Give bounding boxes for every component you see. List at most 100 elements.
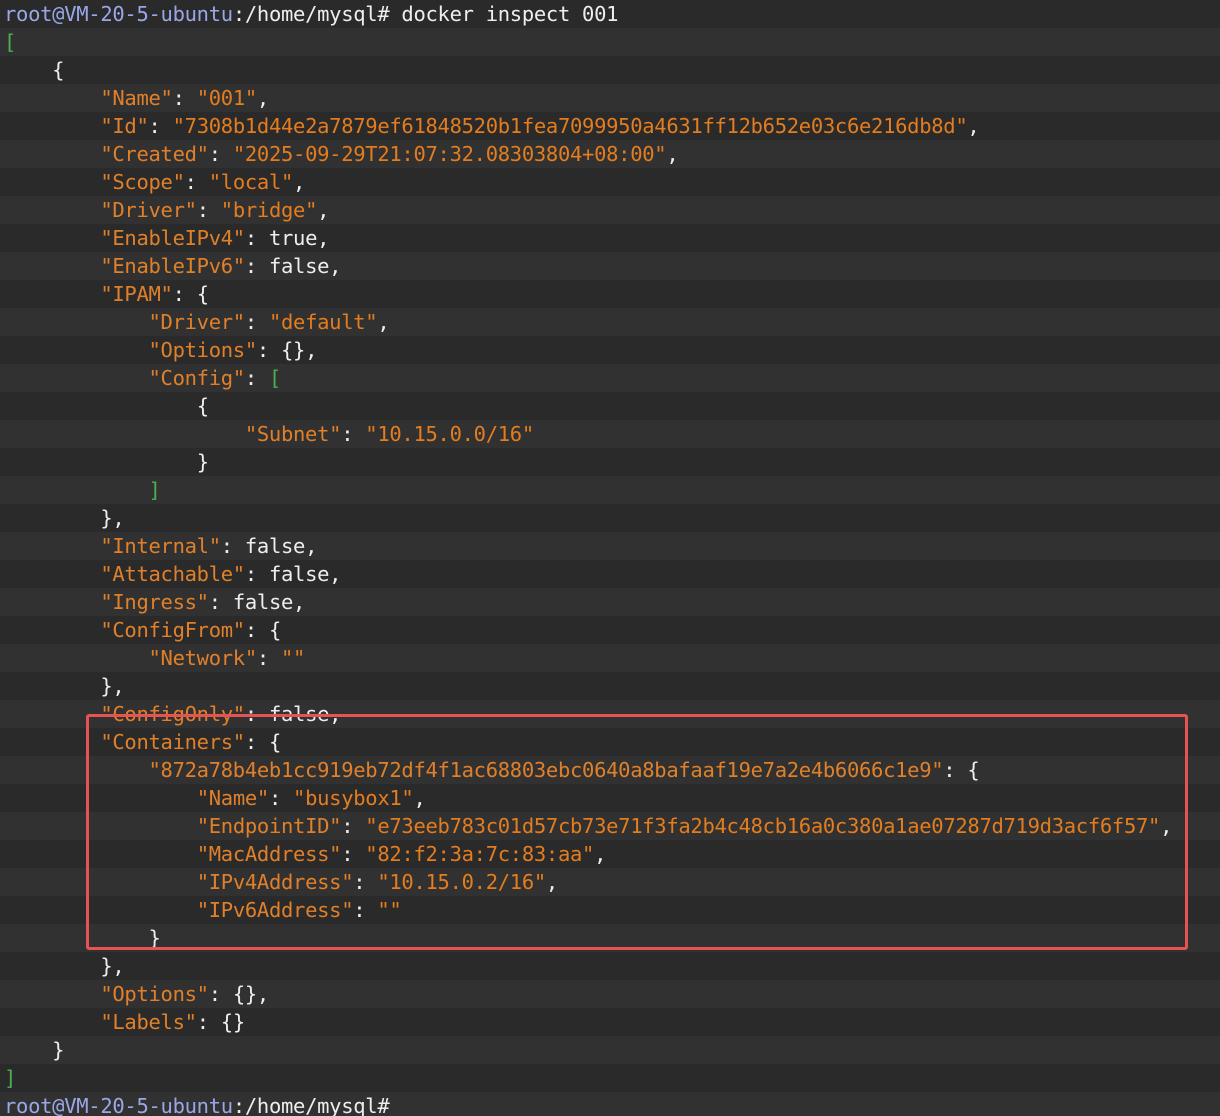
output-line: },	[0, 672, 1220, 700]
json-value: "10.15.0.0/16"	[365, 422, 534, 446]
output-line: "872a78b4eb1cc919eb72df4f1ac68803ebc0640…	[0, 756, 1220, 784]
open-object-brace: {	[52, 58, 65, 82]
json-value: "10.15.0.2/16"	[377, 870, 546, 894]
output-line: {	[0, 392, 1220, 420]
output-line: "EnableIPv4": true,	[0, 224, 1220, 252]
json-key: "Internal"	[100, 534, 221, 558]
command-line[interactable]: root@VM-20-5-ubuntu:/home/mysql#	[0, 1092, 1220, 1116]
output-line: "Driver": "default",	[0, 308, 1220, 336]
json-value: "bridge"	[220, 198, 318, 222]
output-line: "Ingress": false,	[0, 588, 1220, 616]
output-line: "Created": "2025-09-29T21:07:32.08303804…	[0, 140, 1220, 168]
output-line: "Scope": "local",	[0, 168, 1220, 196]
json-value: ""	[281, 646, 306, 670]
prompt-path: :/home/mysql	[232, 1094, 378, 1116]
output-line: ]	[0, 476, 1220, 504]
json-key: "ConfigOnly"	[100, 702, 245, 726]
json-key: "Ingress"	[100, 590, 209, 614]
output-line: "Id": "7308b1d44e2a7879ef61848520b1fea70…	[0, 112, 1220, 140]
json-value: ""	[377, 898, 402, 922]
json-key: "Scope"	[100, 170, 185, 194]
json-key: "Network"	[148, 646, 258, 670]
output-line: "Options": {},	[0, 336, 1220, 364]
json-key: "Driver"	[100, 198, 197, 222]
output-line: "Driver": "bridge",	[0, 196, 1220, 224]
json-key: "ConfigFrom"	[100, 618, 245, 642]
output-line: },	[0, 504, 1220, 532]
json-value: false	[244, 534, 306, 558]
close-array-bracket: ]	[4, 1066, 17, 1090]
json-key: "EnableIPv4"	[100, 226, 245, 250]
close-object-brace: }	[52, 1038, 65, 1062]
json-value: "default"	[268, 310, 378, 334]
container-id-key: "872a78b4eb1cc919eb72df4f1ac68803ebc0640…	[148, 758, 944, 782]
output-line: "Labels": {}	[0, 1008, 1220, 1036]
output-line: "MacAddress": "82:f2:3a:7c:83:aa",	[0, 840, 1220, 868]
output-line: }	[0, 924, 1220, 952]
json-value: false	[268, 254, 330, 278]
output-line: "EnableIPv6": false,	[0, 252, 1220, 280]
output-line: },	[0, 952, 1220, 980]
output-line: "Options": {},	[0, 980, 1220, 1008]
json-key: "IPAM"	[100, 282, 173, 306]
output-line: "Name": "001",	[0, 84, 1220, 112]
terminal-window[interactable]: root@VM-20-5-ubuntu:/home/mysql# docker …	[0, 0, 1220, 1116]
output-line: "EndpointID": "e73eeb783c01d57cb73e71f3f…	[0, 812, 1220, 840]
command-line: root@VM-20-5-ubuntu:/home/mysql# docker …	[0, 0, 1220, 28]
json-key: "EndpointID"	[196, 814, 342, 838]
json-key: "Labels"	[100, 1010, 197, 1034]
output-line: "ConfigOnly": false,	[0, 700, 1220, 728]
output-line: ]	[0, 1064, 1220, 1092]
json-key: "MacAddress"	[196, 842, 342, 866]
json-key: "Id"	[100, 114, 149, 138]
json-key: "Name"	[100, 86, 173, 110]
json-value: "2025-09-29T21:07:32.08303804+08:00"	[232, 142, 667, 166]
output-line: "IPv6Address": ""	[0, 896, 1220, 924]
json-value: false	[268, 562, 330, 586]
output-line: "Attachable": false,	[0, 560, 1220, 588]
json-value: true	[268, 226, 318, 250]
json-key: "Driver"	[148, 310, 246, 334]
json-value: {}	[281, 338, 306, 362]
output-line: }	[0, 1036, 1220, 1064]
json-key: "Containers"	[100, 730, 245, 754]
output-line: "Name": "busybox1",	[0, 784, 1220, 812]
json-key: "IPv6Address"	[196, 898, 354, 922]
output-line: "Config": [	[0, 364, 1220, 392]
json-key: "EnableIPv6"	[100, 254, 245, 278]
prompt-path: :/home/mysql	[232, 2, 378, 26]
json-key: "Name"	[196, 786, 270, 810]
json-value: false	[268, 702, 330, 726]
prompt-symbol: #	[377, 1094, 402, 1116]
json-key: "Subnet"	[244, 422, 342, 446]
json-key: "Created"	[100, 142, 209, 166]
json-key: "IPv4Address"	[196, 870, 354, 894]
json-value: false	[232, 590, 294, 614]
prompt-symbol: #	[377, 2, 402, 26]
output-line: "IPv4Address": "10.15.0.2/16",	[0, 868, 1220, 896]
output-line: "Internal": false,	[0, 532, 1220, 560]
json-key: "Options"	[148, 338, 258, 362]
output-line: "Containers": {	[0, 728, 1220, 756]
prompt-user-host: root@VM-20-5-ubuntu	[4, 2, 233, 26]
json-value: "001"	[196, 86, 258, 110]
json-key: "Options"	[100, 982, 209, 1006]
json-value: "7308b1d44e2a7879ef61848520b1fea7099950a…	[172, 114, 968, 138]
json-value: {}	[232, 982, 257, 1006]
output-line: [	[0, 28, 1220, 56]
json-value: "busybox1"	[293, 786, 414, 810]
output-line: "IPAM": {	[0, 280, 1220, 308]
output-line: }	[0, 448, 1220, 476]
prompt-user-host: root@VM-20-5-ubuntu	[4, 1094, 233, 1116]
command-text: docker inspect 001	[401, 2, 619, 26]
json-key: "Attachable"	[100, 562, 245, 586]
output-line: "Network": ""	[0, 644, 1220, 672]
output-line: "ConfigFrom": {	[0, 616, 1220, 644]
output-line: {	[0, 56, 1220, 84]
output-line: "Subnet": "10.15.0.0/16"	[0, 420, 1220, 448]
open-array-bracket: [	[4, 30, 17, 54]
json-value: "local"	[208, 170, 294, 194]
json-key: "Config"	[148, 366, 246, 390]
json-value: {}	[220, 1010, 245, 1034]
json-value: "e73eeb783c01d57cb73e71f3fa2b4c48cb16a0c…	[365, 814, 1161, 838]
